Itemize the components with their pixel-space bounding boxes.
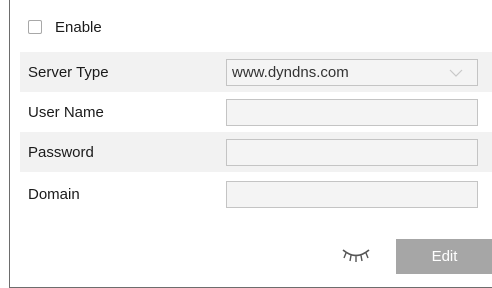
ddns-settings-panel: Enable Server Type www.dyndns.com User N… <box>9 0 492 288</box>
domain-input[interactable] <box>226 180 478 208</box>
chevron-down-icon <box>449 69 463 77</box>
server-type-row: Server Type www.dyndns.com <box>20 52 492 92</box>
enable-row: Enable <box>28 17 102 37</box>
edit-button[interactable]: Edit <box>396 239 492 274</box>
server-type-label: Server Type <box>28 63 109 81</box>
password-row: Password <box>20 132 492 172</box>
enable-checkbox[interactable] <box>28 20 42 34</box>
domain-row: Domain <box>20 174 492 214</box>
user-name-input[interactable] <box>226 98 478 126</box>
user-name-row: User Name <box>20 92 492 132</box>
password-label: Password <box>28 143 94 161</box>
server-type-select[interactable]: www.dyndns.com <box>226 58 478 86</box>
closed-eye-icon[interactable] <box>340 244 372 266</box>
domain-label: Domain <box>28 185 80 203</box>
server-type-value: www.dyndns.com <box>232 63 349 81</box>
enable-label: Enable <box>55 18 102 36</box>
password-input[interactable] <box>226 138 478 166</box>
user-name-label: User Name <box>28 103 104 121</box>
